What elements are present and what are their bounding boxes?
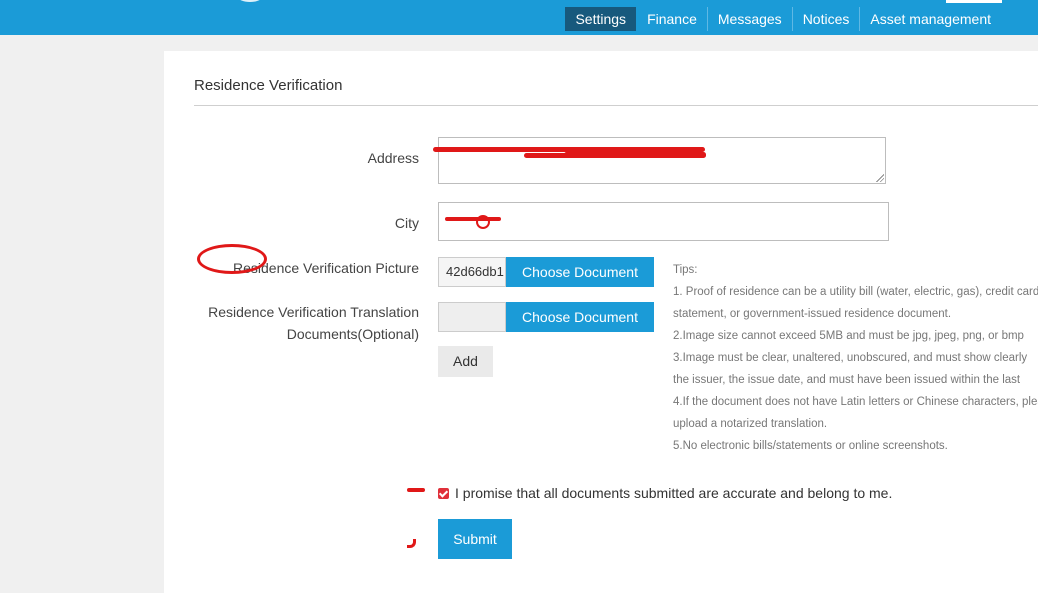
city-field[interactable]	[438, 202, 889, 241]
tip-line: 1. Proof of residence can be a utility b…	[673, 286, 1038, 298]
tip-line: 5.No electronic bills/statements or onli…	[673, 440, 948, 452]
tip-line: statement, or government-issued residenc…	[673, 308, 952, 320]
choose-picture-button[interactable]: Choose Document	[506, 257, 654, 287]
tip-line: the issuer, the issue date, and must hav…	[673, 374, 1021, 386]
title-divider	[194, 105, 1038, 106]
residence-verification-panel: Residence Verification Address City Resi…	[164, 51, 1038, 593]
translation-upload: Choose Document	[438, 302, 654, 332]
tips-panel: Tips: 1. Proof of residence can be a uti…	[673, 259, 1038, 457]
annotation-mark	[407, 539, 416, 548]
annotation-mark	[407, 488, 425, 492]
tip-line: 2.Image size cannot exceed 5MB and must …	[673, 330, 1024, 342]
translation-label: Residence Verification Translation	[208, 304, 419, 320]
resize-handle[interactable]	[876, 174, 884, 182]
translation-file-name	[438, 302, 506, 332]
choose-translation-button[interactable]: Choose Document	[506, 302, 654, 332]
picture-file-name: 42d66db1	[438, 257, 506, 287]
active-tab-indicator	[946, 0, 1002, 3]
tip-line: 3.Image must be clear, unaltered, unobsc…	[673, 352, 1028, 364]
promise-text: I promise that all documents submitted a…	[455, 485, 893, 501]
promise-row: I promise that all documents submitted a…	[438, 485, 892, 501]
main-nav: Settings Finance Messages Notices Asset …	[565, 7, 1001, 31]
tip-line: upload a notarized translation.	[673, 418, 828, 430]
redaction-mark	[445, 217, 501, 221]
address-label: Address	[367, 150, 419, 166]
tips-heading: Tips:	[673, 264, 698, 276]
promise-checkbox[interactable]	[438, 487, 449, 499]
city-label: City	[394, 215, 419, 231]
nav-asset-management[interactable]: Asset management	[860, 7, 1001, 31]
redaction-mark	[564, 152, 706, 157]
logo	[238, 0, 262, 2]
redaction-mark	[476, 215, 490, 229]
address-field[interactable]	[438, 137, 886, 184]
nav-messages[interactable]: Messages	[708, 7, 793, 31]
tip-line: 4.If the document does not have Latin le…	[673, 396, 1038, 408]
annotation-circle	[197, 244, 267, 274]
add-document-button[interactable]: Add	[438, 346, 493, 377]
page-title: Residence Verification	[194, 77, 343, 94]
nav-settings[interactable]: Settings	[565, 7, 637, 31]
nav-finance[interactable]: Finance	[637, 7, 708, 31]
top-navigation-bar: Settings Finance Messages Notices Asset …	[0, 0, 1038, 35]
picture-upload: 42d66db1 Choose Document	[438, 257, 654, 287]
submit-button[interactable]: Submit	[438, 519, 512, 559]
nav-notices[interactable]: Notices	[793, 7, 861, 31]
translation-label-optional: Documents(Optional)	[286, 326, 419, 342]
